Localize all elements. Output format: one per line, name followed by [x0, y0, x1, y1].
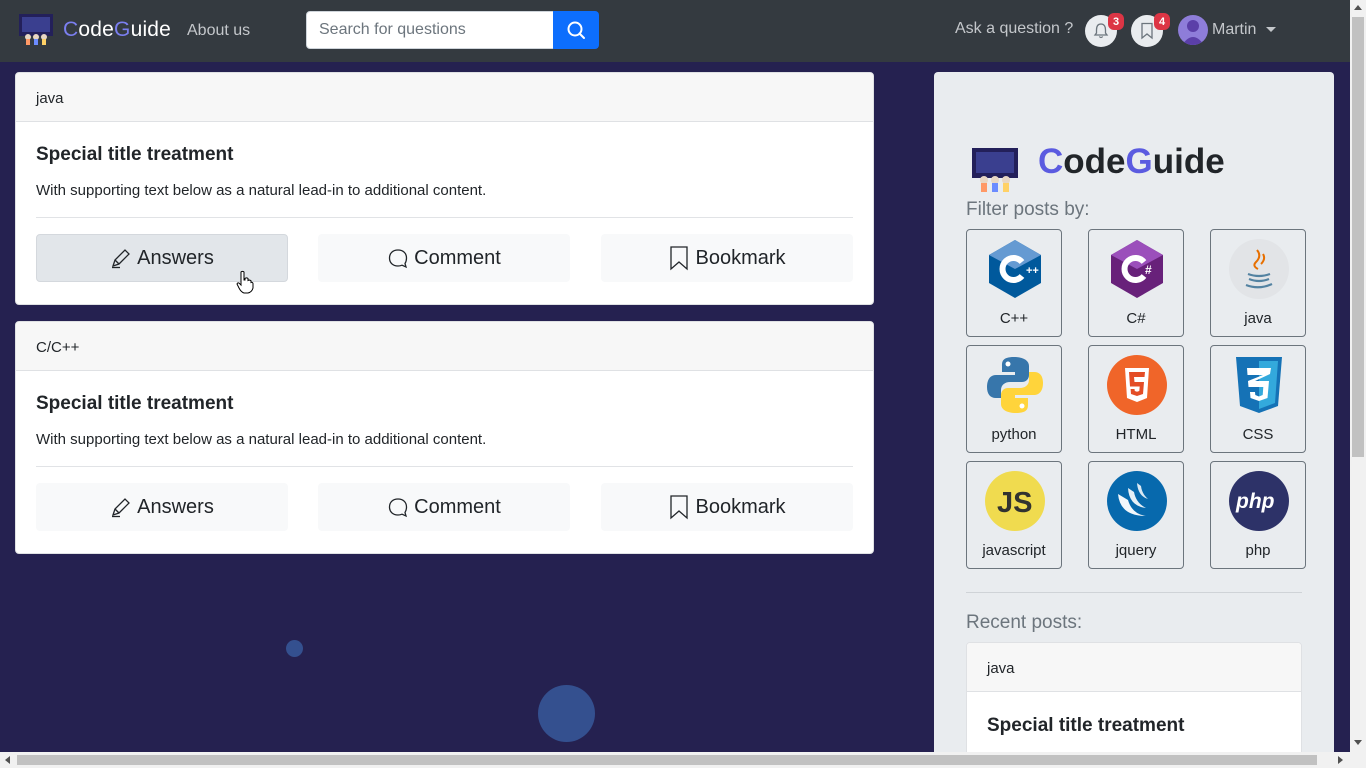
decorative-bubble — [538, 685, 595, 742]
comment-label: Comment — [414, 246, 501, 269]
filter-label-csharp: C# — [1126, 310, 1146, 327]
svg-text:#: # — [1145, 263, 1152, 277]
bookmarks-button[interactable]: 4 — [1131, 13, 1170, 47]
sidebar-brand-name: CodeGuide — [1038, 142, 1225, 181]
python-icon — [987, 357, 1043, 413]
vertical-scroll-thumb[interactable] — [1352, 17, 1364, 457]
bookmark-icon — [670, 495, 689, 520]
filter-label-java: java — [1244, 310, 1272, 327]
brand-name[interactable]: CodeGuide — [63, 18, 171, 42]
filter-label: Filter posts by: — [966, 199, 1090, 220]
filter-csharp[interactable]: # C# — [1088, 229, 1184, 337]
search-input[interactable] — [306, 11, 554, 49]
post-text: With supporting text below as a natural … — [36, 431, 487, 448]
post-text: With supporting text below as a natural … — [36, 182, 487, 199]
filter-label-javascript: javascript — [982, 542, 1046, 559]
nav-about-link[interactable]: About us — [187, 22, 250, 40]
svg-text:JS: JS — [997, 487, 1032, 519]
recent-post-tag: java — [967, 643, 1301, 692]
pen-icon — [112, 249, 131, 269]
post-tag: C/C++ — [16, 322, 873, 371]
css3-icon — [1236, 357, 1282, 413]
csharp-icon: # — [1111, 240, 1163, 298]
jquery-icon — [1107, 471, 1167, 531]
comment-button[interactable]: Comment — [318, 234, 570, 282]
svg-text:++: ++ — [1026, 265, 1039, 277]
bookmark-icon — [670, 246, 689, 271]
answers-button[interactable]: Answers — [36, 483, 288, 531]
search-button[interactable] — [553, 11, 599, 49]
navbar: CodeGuide About us Ask a question ? 3 4 … — [0, 0, 1350, 62]
cpp-icon: ++ — [989, 240, 1041, 298]
notifications-button[interactable]: 3 — [1085, 13, 1124, 47]
bookmark-label: Bookmark — [695, 495, 786, 518]
svg-text:php: php — [1235, 490, 1275, 513]
recent-post-card[interactable]: java Special title treatment — [966, 642, 1302, 762]
filter-jquery[interactable]: jquery — [1088, 461, 1184, 569]
pen-icon — [112, 498, 131, 518]
filter-css[interactable]: CSS — [1210, 345, 1306, 453]
filter-cpp[interactable]: ++ C++ — [966, 229, 1062, 337]
filter-php[interactable]: php php — [1210, 461, 1306, 569]
comment-icon — [388, 498, 408, 518]
comment-label: Comment — [414, 495, 501, 518]
horizontal-scrollbar[interactable] — [0, 752, 1366, 768]
search-icon — [567, 21, 585, 39]
decorative-bubble — [286, 640, 303, 657]
bookmarks-badge: 4 — [1154, 13, 1170, 30]
post-card: java Special title treatment With suppor… — [15, 72, 874, 305]
filter-javascript[interactable]: JS javascript — [966, 461, 1062, 569]
bookmark-icon — [1141, 22, 1153, 40]
hand-cursor-icon — [236, 270, 254, 294]
notifications-badge: 3 — [1108, 13, 1124, 30]
avatar[interactable] — [1178, 15, 1208, 45]
sidebar: CodeGuide Filter posts by: ++ C++ # C# j… — [934, 72, 1334, 762]
answers-label: Answers — [137, 246, 214, 269]
scroll-right-arrow-icon[interactable] — [1338, 756, 1343, 764]
vertical-scrollbar[interactable] — [1350, 0, 1366, 752]
comment-icon — [388, 249, 408, 269]
brand-logo-icon — [972, 148, 1018, 192]
javascript-icon: JS — [985, 471, 1045, 531]
brand-logo-icon[interactable] — [18, 13, 54, 45]
java-icon — [1229, 239, 1289, 299]
filter-python[interactable]: python — [966, 345, 1062, 453]
filter-label-php: php — [1245, 542, 1271, 559]
filter-html[interactable]: HTML — [1088, 345, 1184, 453]
post-tag: java — [16, 73, 873, 122]
answers-label: Answers — [137, 495, 214, 518]
user-avatar-icon — [1182, 20, 1204, 45]
recent-post-title[interactable]: Special title treatment — [987, 715, 1301, 737]
post-card: C/C++ Special title treatment With suppo… — [15, 321, 874, 554]
bookmark-label: Bookmark — [695, 246, 786, 269]
filter-java[interactable]: java — [1210, 229, 1306, 337]
scroll-down-arrow-icon[interactable] — [1354, 740, 1362, 745]
horizontal-scroll-thumb[interactable] — [17, 755, 1317, 765]
filter-label-css: CSS — [1242, 426, 1274, 443]
comment-button[interactable]: Comment — [318, 483, 570, 531]
filter-label-html: HTML — [1115, 426, 1157, 443]
filter-label-cpp: C++ — [999, 310, 1029, 327]
sidebar-divider — [966, 592, 1302, 593]
bookmark-button[interactable]: Bookmark — [601, 483, 853, 531]
post-title[interactable]: Special title treatment — [36, 393, 853, 415]
filter-label-jquery: jquery — [1115, 542, 1157, 559]
post-title[interactable]: Special title treatment — [36, 144, 853, 166]
ask-question-link[interactable]: Ask a question ? — [955, 20, 1073, 38]
scroll-left-arrow-icon[interactable] — [5, 756, 10, 764]
html5-icon — [1107, 355, 1167, 415]
caret-down-icon[interactable] — [1266, 27, 1276, 32]
bookmark-button[interactable]: Bookmark — [601, 234, 853, 282]
scroll-up-arrow-icon[interactable] — [1354, 5, 1362, 10]
user-menu[interactable]: Martin — [1212, 21, 1256, 39]
php-icon: php — [1229, 471, 1289, 531]
recent-posts-label: Recent posts: — [966, 612, 1083, 633]
filter-label-python: python — [991, 426, 1037, 443]
